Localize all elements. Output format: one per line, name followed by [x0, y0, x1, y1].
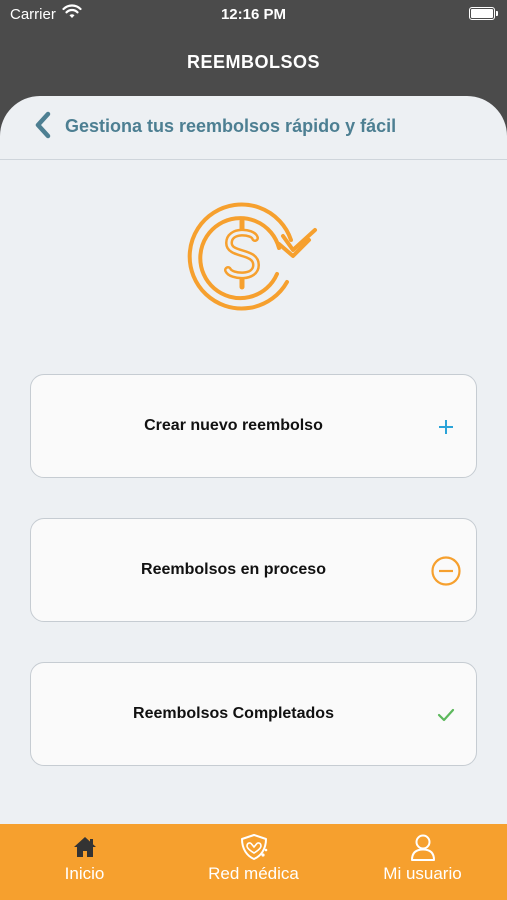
sub-header: Gestiona tus reembolsos rápido y fácil — [0, 96, 507, 160]
page-title: REEMBOLSOS — [186, 52, 320, 72]
main-content: Gestiona tus reembolsos rápido y fácil C… — [0, 96, 507, 824]
completed-refunds-button[interactable]: Reembolsos Completados — [30, 662, 477, 766]
back-button[interactable] — [28, 110, 58, 140]
refund-dollar-icon — [183, 194, 323, 314]
sub-header-title: Gestiona tus reembolsos rápido y fácil — [65, 116, 397, 136]
chevron-left-icon — [35, 111, 51, 139]
tab-mi-usuario[interactable]: Mi usuario — [338, 824, 507, 900]
refunds-in-process-button[interactable]: Reembolsos en proceso — [30, 518, 477, 622]
minus-circle-icon — [430, 555, 462, 587]
tab-label: Mi usuario — [383, 864, 462, 883]
check-icon — [430, 699, 462, 731]
user-icon — [410, 834, 436, 861]
option-label: Reembolsos en proceso — [141, 561, 326, 578]
bottom-tab-bar: Inicio Red médica Mi usuario — [0, 824, 507, 900]
shield-medical-icon — [239, 834, 269, 860]
battery-icon — [469, 7, 498, 20]
status-bar: Carrier 12:16 PM — [0, 0, 507, 30]
status-time: 12:16 PM — [220, 6, 287, 23]
tab-red-medica[interactable]: Red médica — [169, 824, 338, 900]
option-label: Crear nuevo reembolso — [144, 417, 323, 434]
home-icon — [73, 834, 97, 860]
plus-icon — [430, 411, 462, 443]
tab-inicio[interactable]: Inicio — [0, 824, 169, 900]
tab-label: Red médica — [208, 864, 299, 883]
tab-label: Inicio — [64, 864, 105, 883]
option-label: Reembolsos Completados — [133, 705, 334, 722]
create-refund-button[interactable]: Crear nuevo reembolso — [30, 374, 477, 478]
